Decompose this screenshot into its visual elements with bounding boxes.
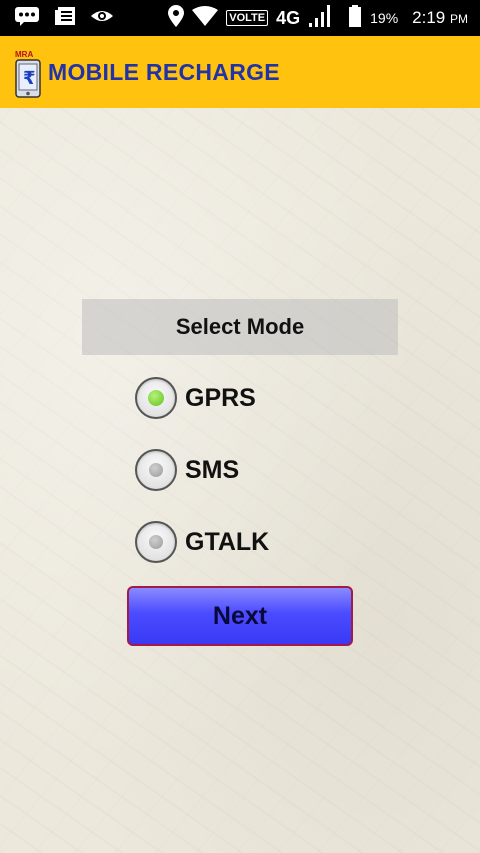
network-type: 4G bbox=[276, 7, 301, 28]
status-bar: VOLTE 4G 19% 2:19 PM bbox=[0, 0, 480, 36]
eye-icon bbox=[90, 8, 114, 29]
app-header: MRA ₹ MOBILE RECHARGE bbox=[0, 36, 480, 108]
wifi-icon bbox=[192, 5, 219, 31]
battery-icon bbox=[348, 4, 362, 32]
content-area bbox=[0, 108, 480, 853]
radio-option-sms[interactable]: SMS bbox=[135, 448, 239, 492]
radio-option-gtalk[interactable]: GTALK bbox=[135, 520, 269, 564]
clock-time: 2:19 bbox=[412, 8, 446, 27]
radio-label-gprs: GPRS bbox=[185, 383, 256, 412]
radio-label-sms: SMS bbox=[185, 455, 240, 484]
messages-icon bbox=[14, 6, 40, 31]
svg-text:₹: ₹ bbox=[23, 68, 36, 89]
radio-dot bbox=[149, 463, 163, 477]
recharge-logo-icon: MRA ₹ bbox=[14, 47, 42, 98]
battery-percent: 19% bbox=[370, 10, 399, 26]
radio-dot bbox=[148, 390, 164, 406]
location-icon bbox=[168, 4, 185, 32]
radio-option-gprs[interactable]: GPRS bbox=[135, 376, 256, 420]
clock: 2:19 PM bbox=[412, 8, 468, 28]
volte-badge: VOLTE bbox=[226, 10, 269, 26]
radio-dot bbox=[149, 535, 163, 549]
select-mode-header: Select Mode bbox=[82, 299, 398, 355]
signal-icon bbox=[308, 4, 334, 33]
radio-label-gtalk: GTALK bbox=[185, 527, 270, 556]
radio-button-gprs[interactable] bbox=[135, 377, 177, 419]
radio-button-gtalk[interactable] bbox=[135, 521, 177, 563]
next-button[interactable]: Next bbox=[127, 586, 353, 646]
app-title: MOBILE RECHARGE bbox=[48, 58, 280, 85]
radio-button-sms[interactable] bbox=[135, 449, 177, 491]
notes-icon bbox=[54, 6, 76, 31]
clock-suffix: PM bbox=[450, 12, 468, 26]
logo-text: MRA bbox=[15, 50, 33, 59]
